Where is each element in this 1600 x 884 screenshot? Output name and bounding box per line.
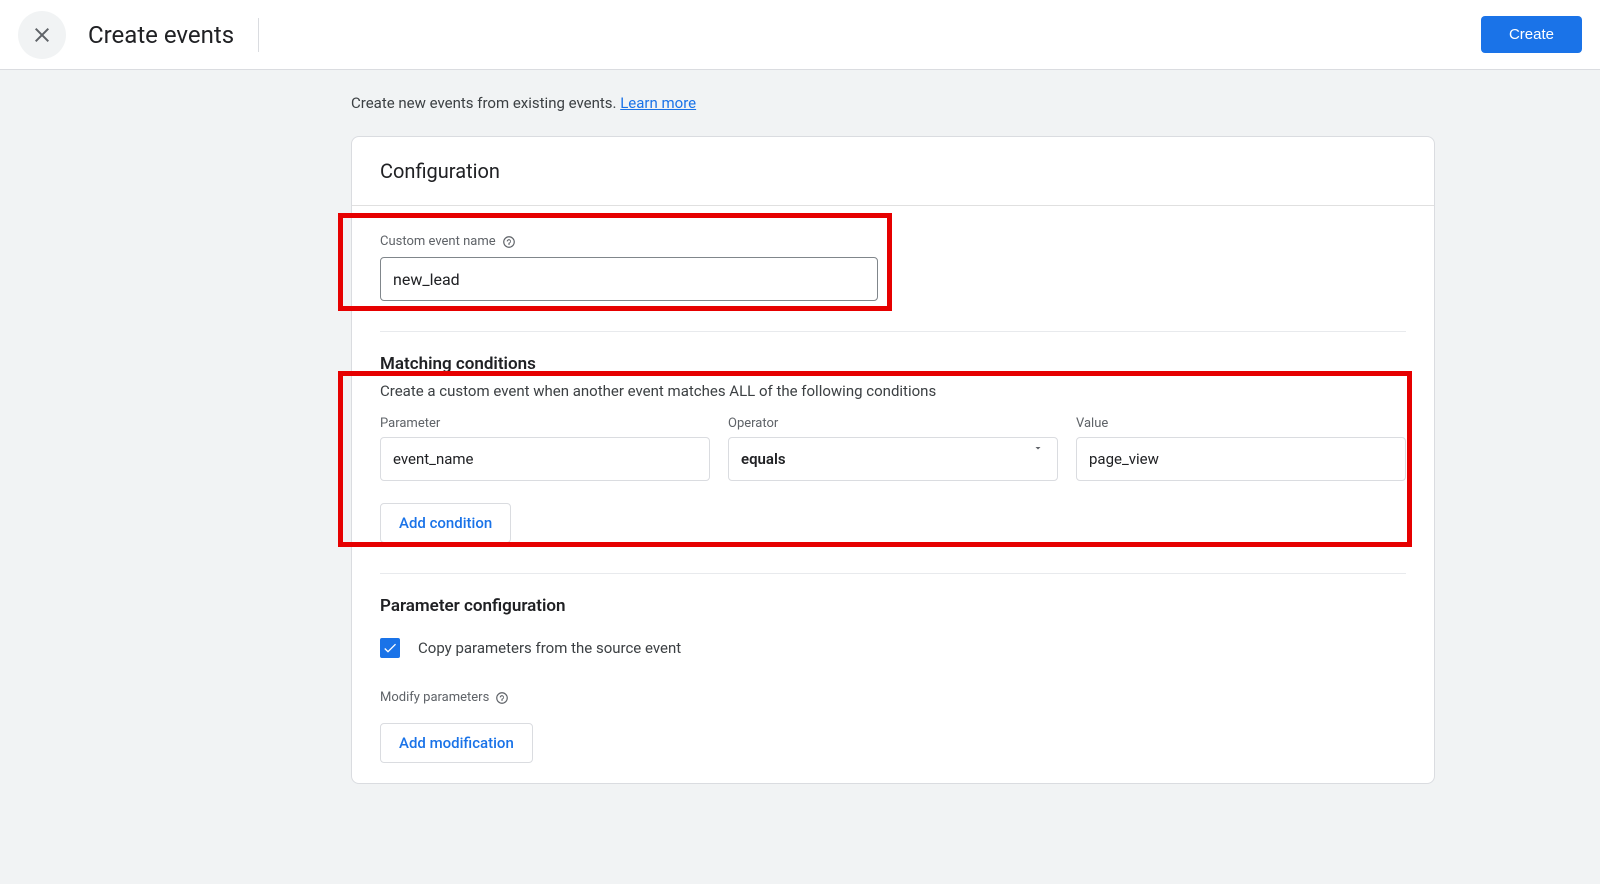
card-body: Custom event name Matching conditions Cr… xyxy=(352,206,1434,763)
header-left: Create events xyxy=(18,11,259,59)
create-button[interactable]: Create xyxy=(1481,16,1582,53)
config-card: Configuration Custom event name Matching… xyxy=(351,136,1435,784)
chevron-down-icon xyxy=(1032,440,1044,458)
operator-value: equals xyxy=(741,450,786,468)
modify-parameters-label: Modify parameters xyxy=(380,690,1406,705)
matching-conditions-section: Matching conditions Create a custom even… xyxy=(380,332,1406,543)
intro-text: Create new events from existing events. xyxy=(351,94,620,112)
custom-event-block: Custom event name xyxy=(380,206,1406,301)
modify-parameters-label-text: Modify parameters xyxy=(380,690,489,705)
page-title: Create events xyxy=(84,21,234,49)
matching-conditions-title: Matching conditions xyxy=(380,354,1406,374)
header-divider xyxy=(258,18,259,52)
parameter-col: Parameter xyxy=(380,416,710,481)
copy-parameters-checkbox[interactable] xyxy=(380,638,400,658)
help-icon[interactable] xyxy=(495,691,509,705)
help-icon[interactable] xyxy=(502,235,516,249)
custom-event-name-label: Custom event name xyxy=(380,234,1406,249)
add-condition-button[interactable]: Add condition xyxy=(380,503,511,543)
copy-parameters-row: Copy parameters from the source event xyxy=(380,638,1406,658)
header-bar: Create events Create xyxy=(0,0,1600,70)
operator-select[interactable]: equals xyxy=(728,437,1058,481)
custom-event-name-input[interactable] xyxy=(380,257,878,301)
content-outer: Create new events from existing events. … xyxy=(165,70,1435,824)
custom-event-name-label-text: Custom event name xyxy=(380,234,496,249)
learn-more-link[interactable]: Learn more xyxy=(620,94,696,112)
value-col: Value xyxy=(1076,416,1406,481)
matching-conditions-subtitle: Create a custom event when another event… xyxy=(380,382,1406,400)
parameter-config-title: Parameter configuration xyxy=(380,596,1406,616)
card-header: Configuration xyxy=(352,137,1434,206)
close-icon xyxy=(30,23,54,47)
check-icon xyxy=(382,640,398,656)
operator-col: Operator equals xyxy=(728,416,1058,481)
parameter-label: Parameter xyxy=(380,416,710,431)
parameter-config-section: Parameter configuration Copy parameters … xyxy=(380,574,1406,763)
copy-parameters-label: Copy parameters from the source event xyxy=(418,639,681,657)
condition-row: Parameter Operator equals Value xyxy=(380,416,1406,481)
operator-label: Operator xyxy=(728,416,1058,431)
close-button[interactable] xyxy=(18,11,66,59)
value-label: Value xyxy=(1076,416,1406,431)
value-input[interactable] xyxy=(1076,437,1406,481)
add-modification-button[interactable]: Add modification xyxy=(380,723,533,763)
parameter-input[interactable] xyxy=(380,437,710,481)
intro-row: Create new events from existing events. … xyxy=(165,70,1435,136)
